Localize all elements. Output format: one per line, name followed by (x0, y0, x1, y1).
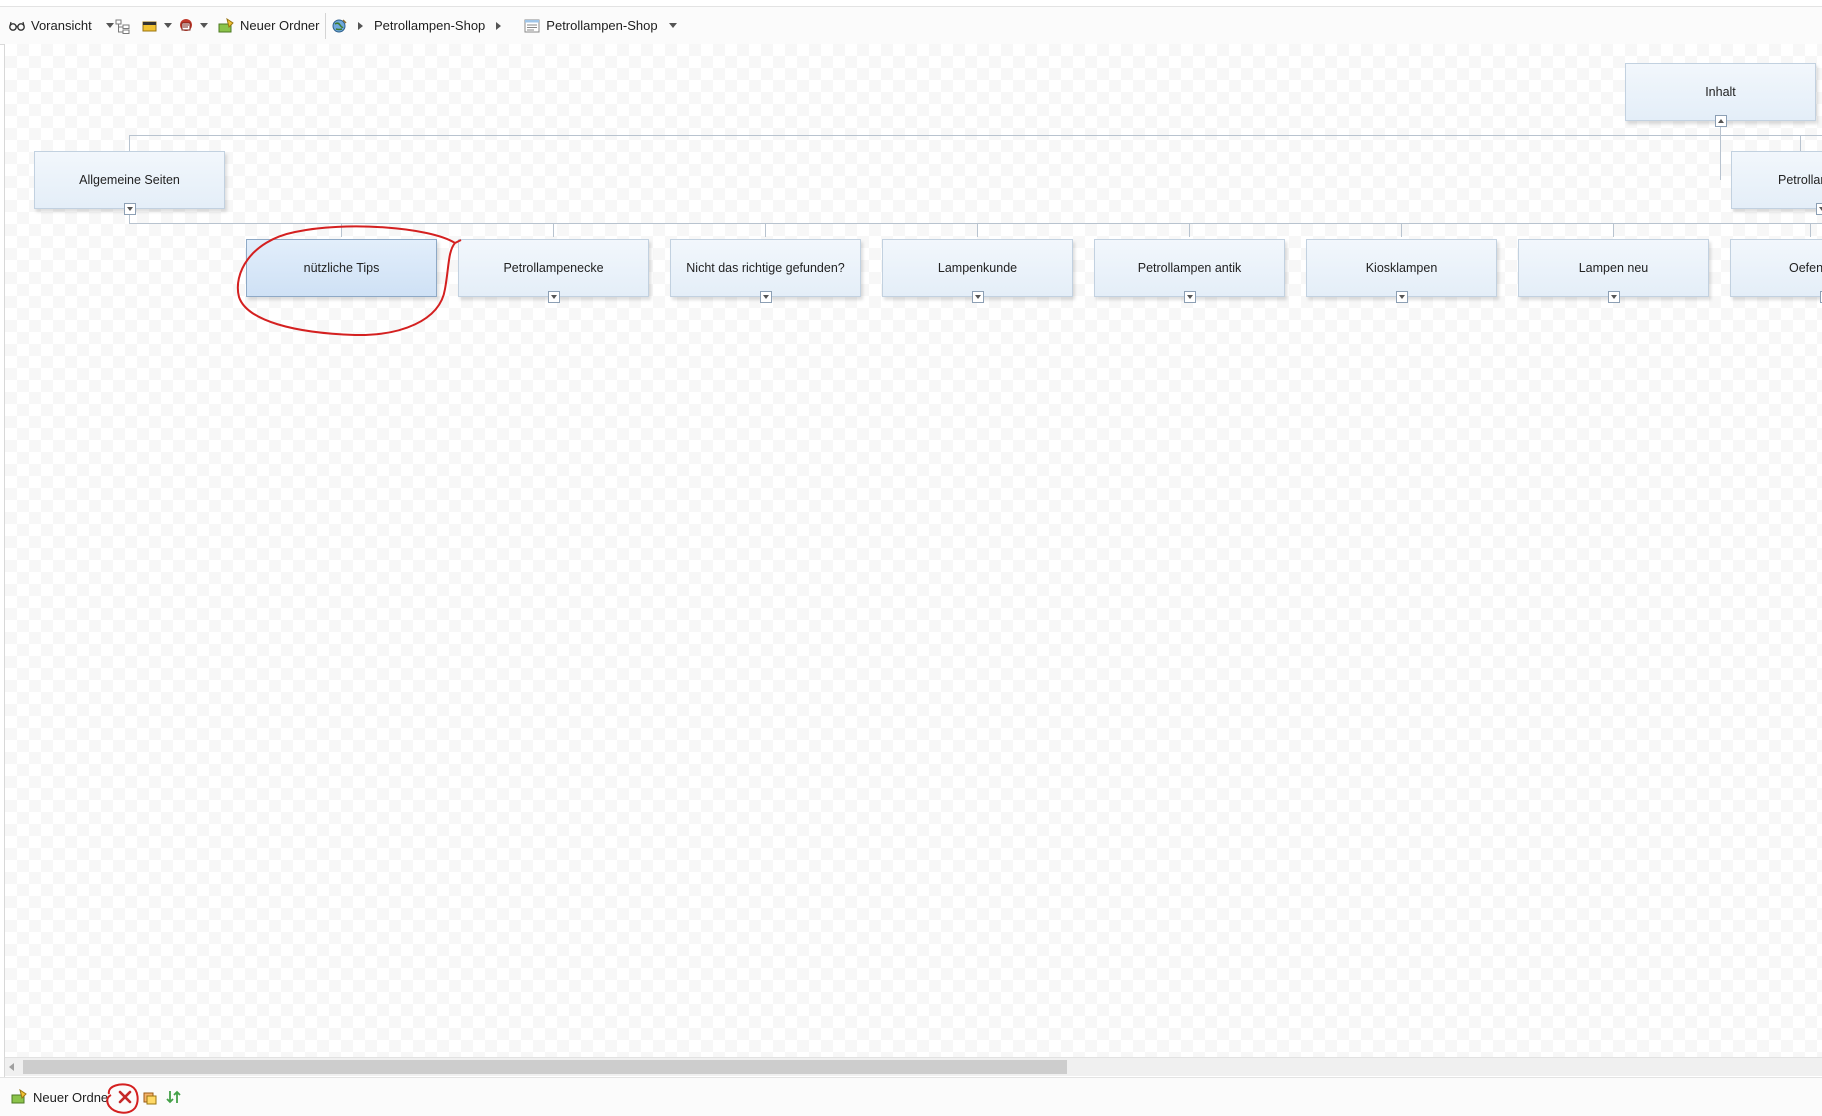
expand-toggle-icon[interactable] (1184, 291, 1196, 303)
bottom-toolbar: Neuer Ordne (0, 1077, 1822, 1116)
expand-toggle-icon[interactable] (1608, 291, 1620, 303)
new-folder-button[interactable]: Neuer Ordne (10, 1078, 108, 1116)
breadcrumb: Petrollampen-Shop Petrollampen-Shop (330, 7, 677, 44)
connector-line (1189, 223, 1190, 237)
tree-node-label: Kiosklampen (1366, 261, 1438, 275)
expand-toggle-icon[interactable] (124, 203, 136, 215)
connector-line (1810, 223, 1811, 237)
tree-node-label: Lampenkunde (938, 261, 1017, 275)
breadcrumb-separator-icon (358, 22, 363, 30)
breadcrumb-item-page[interactable]: Petrollampen-Shop (546, 18, 657, 33)
tree-node-nicht-das-richtige[interactable]: Nicht das richtige gefunden? (670, 239, 861, 297)
new-folder-button[interactable]: Neuer Ordner (217, 7, 319, 44)
page-dropdown-button[interactable] (177, 7, 208, 44)
expand-toggle-icon[interactable] (1396, 291, 1408, 303)
tree-node-label: Nicht das richtige gefunden? (686, 261, 844, 275)
sort-button[interactable] (165, 1078, 183, 1116)
connector-line (1800, 135, 1801, 151)
page-icon (177, 17, 195, 35)
expand-toggle-icon[interactable] (548, 291, 560, 303)
glasses-icon (8, 17, 26, 35)
collapse-toggle-icon[interactable] (1715, 115, 1727, 127)
tree-view-icon (114, 17, 132, 35)
new-folder-icon (217, 17, 235, 35)
copy-icon (141, 1088, 159, 1106)
chevron-down-icon[interactable] (164, 23, 172, 28)
new-folder-label: Neuer Ordne (33, 1090, 108, 1105)
breadcrumb-separator-icon[interactable] (496, 22, 501, 30)
tree-node-petrollampen[interactable]: Petrollam (1731, 151, 1822, 209)
tree-node-petrollampen-antik[interactable]: Petrollampen antik (1094, 239, 1285, 297)
connector-line (765, 223, 766, 237)
tree-node-kiosklampen[interactable]: Kiosklampen (1306, 239, 1497, 297)
chevron-down-icon[interactable] (669, 23, 677, 28)
connector-line (1720, 121, 1721, 180)
connector-line (1613, 223, 1614, 237)
preview-button[interactable]: Voransicht (8, 7, 114, 44)
folder-dropdown-button[interactable] (141, 7, 172, 44)
document-list-icon (523, 17, 541, 35)
connector-line (553, 223, 554, 237)
tree-node-oefen[interactable]: Oefen (1730, 239, 1822, 297)
tree-node-label: Petrollam (1778, 173, 1822, 187)
connector-line (129, 135, 130, 151)
expand-toggle-icon[interactable] (972, 291, 984, 303)
copy-button[interactable] (141, 1078, 159, 1116)
scroll-left-icon[interactable] (9, 1063, 14, 1071)
chevron-down-icon[interactable] (106, 23, 114, 28)
sitemap-view-button[interactable] (114, 7, 132, 44)
tree-node-label: Oefen (1789, 261, 1822, 275)
preview-label: Voransicht (31, 18, 92, 33)
tree-node-lampen-neu[interactable]: Lampen neu (1518, 239, 1709, 297)
tree-node-lampenkunde[interactable]: Lampenkunde (882, 239, 1073, 297)
new-folder-icon (10, 1088, 28, 1106)
toolbar: Voransicht Neuer Ordner Petrollam (0, 6, 1822, 45)
tree-node-label: Petrollampen antik (1138, 261, 1242, 275)
breadcrumb-item-site[interactable]: Petrollampen-Shop (374, 18, 485, 33)
tree-node-label: Petrollampenecke (503, 261, 603, 275)
scrollbar-thumb[interactable] (23, 1060, 1067, 1074)
tree-node-allgemeine-seiten[interactable]: Allgemeine Seiten (34, 151, 225, 209)
new-folder-label: Neuer Ordner (240, 18, 319, 33)
toolbar-divider (325, 13, 326, 39)
chevron-down-icon[interactable] (200, 23, 208, 28)
expand-toggle-icon[interactable] (1816, 203, 1822, 215)
globe-icon[interactable] (330, 17, 348, 35)
horizontal-scrollbar[interactable] (5, 1057, 1822, 1076)
connector-line (129, 135, 1822, 136)
sort-up-down-icon (165, 1088, 183, 1106)
annotation-circle (103, 1080, 143, 1116)
tree-node-petrollampenecke[interactable]: Petrollampenecke (458, 239, 649, 297)
connector-line (1401, 223, 1402, 237)
sitemap-canvas[interactable]: Inhalt Allgemeine Seiten Petrollam nützl… (4, 44, 1822, 1059)
canvas-border (4, 44, 5, 1084)
annotation-circle (225, 209, 465, 339)
connector-line (977, 223, 978, 237)
expand-toggle-icon[interactable] (760, 291, 772, 303)
tree-node-root[interactable]: Inhalt (1625, 63, 1816, 121)
tree-node-label: Lampen neu (1579, 261, 1649, 275)
tree-node-label: Allgemeine Seiten (79, 173, 180, 187)
folder-icon (141, 17, 159, 35)
tree-node-label: Inhalt (1705, 85, 1736, 99)
